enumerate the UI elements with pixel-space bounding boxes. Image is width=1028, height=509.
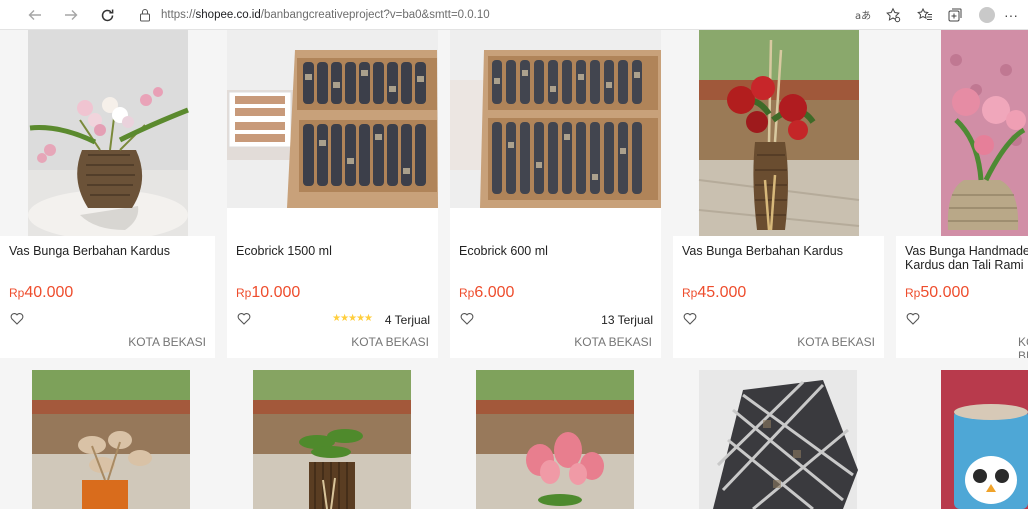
sold-count: 4 Terjual [384, 313, 430, 327]
product-image [673, 370, 884, 509]
product-price: Rp40.000 [9, 284, 73, 302]
product-location: KOTA BEKASI [351, 335, 429, 349]
price-value: 10.000 [251, 284, 301, 301]
product-image [673, 30, 884, 236]
price-currency: Rp [905, 286, 921, 300]
product-price: Rp45.000 [682, 284, 746, 302]
url-host: shopee.co.id [195, 9, 261, 21]
like-icon[interactable] [10, 312, 24, 325]
product-image [896, 370, 1028, 509]
product-card[interactable]: Vas Bunga Berbahan Kardus Rp40.000 KOTA … [0, 30, 215, 358]
url-prefix: https:// [161, 9, 196, 21]
product-name[interactable]: Ecobrick 600 ml [459, 244, 655, 258]
like-icon[interactable] [683, 312, 697, 325]
price-value: 40.000 [24, 284, 74, 301]
profile-icon[interactable] [970, 0, 1004, 30]
like-icon[interactable] [460, 312, 474, 325]
product-location: KOTA BEKASI [797, 335, 875, 349]
product-card[interactable] [450, 370, 661, 509]
product-card[interactable] [673, 370, 884, 509]
site-info-icon[interactable] [138, 8, 152, 22]
product-location: KOTA BEKASI [1018, 335, 1028, 358]
url-path: /banbangcreativeproject?v=ba0&smtt=0.0.1… [260, 9, 490, 21]
product-grid: Vas Bunga Berbahan Kardus Rp40.000 KOTA … [0, 30, 1028, 509]
refresh-icon[interactable] [94, 2, 120, 28]
product-image [227, 370, 438, 509]
product-card[interactable]: Vas Bunga Handmade Kardus dan Tali Rami … [896, 30, 1028, 358]
product-price: Rp10.000 [236, 284, 300, 302]
product-name[interactable]: Vas Bunga Berbahan Kardus [682, 244, 878, 258]
price-currency: Rp [236, 286, 252, 300]
product-price: Rp6.000 [459, 284, 514, 302]
product-image [0, 30, 215, 236]
favorite-add-icon[interactable] [878, 0, 908, 30]
product-name[interactable]: Vas Bunga Handmade Kardus dan Tali Rami [905, 244, 1028, 272]
product-location: KOTA BEKASI [128, 335, 206, 349]
like-icon[interactable] [237, 312, 251, 325]
product-card[interactable]: Ecobrick 1500 ml Rp10.000 ★★★★★ 4 Terjua… [227, 30, 438, 358]
price-currency: Rp [9, 286, 25, 300]
product-card[interactable]: Vas Bunga Berbahan Kardus Rp45.000 KOTA … [673, 30, 884, 358]
product-image [450, 370, 661, 509]
price-value: 6.000 [474, 284, 515, 301]
product-image [227, 30, 438, 208]
read-aloud-icon[interactable]: aあ [848, 0, 878, 30]
price-value: 50.000 [920, 284, 970, 301]
browser-toolbar: https://shopee.co.id/banbangcreativeproj… [0, 0, 1028, 30]
product-card[interactable] [0, 370, 215, 509]
price-value: 45.000 [697, 284, 747, 301]
product-name[interactable]: Ecobrick 1500 ml [236, 244, 432, 258]
sold-count: 13 Terjual [601, 313, 653, 327]
product-name[interactable]: Vas Bunga Berbahan Kardus [9, 244, 209, 258]
avatar [979, 7, 995, 23]
rating-stars: ★★★★★ [332, 313, 373, 324]
back-icon[interactable] [22, 2, 48, 28]
product-image [896, 30, 1028, 236]
product-image [450, 30, 661, 208]
address-bar[interactable]: https://shopee.co.id/banbangcreativeproj… [138, 5, 818, 25]
product-image [0, 370, 215, 509]
price-currency: Rp [459, 286, 475, 300]
forward-icon[interactable] [58, 2, 84, 28]
product-location: KOTA BEKASI [574, 335, 652, 349]
product-card[interactable] [227, 370, 438, 509]
collections-icon[interactable] [940, 0, 970, 30]
more-icon[interactable]: ··· [1004, 0, 1028, 30]
product-card[interactable] [896, 370, 1028, 509]
price-currency: Rp [682, 286, 698, 300]
product-card[interactable]: Ecobrick 600 ml Rp6.000 13 Terjual KOTA … [450, 30, 661, 358]
product-price: Rp50.000 [905, 284, 969, 302]
favorites-icon[interactable] [910, 0, 940, 30]
like-icon[interactable] [906, 312, 920, 325]
svg-text:aあ: aあ [855, 10, 871, 21]
